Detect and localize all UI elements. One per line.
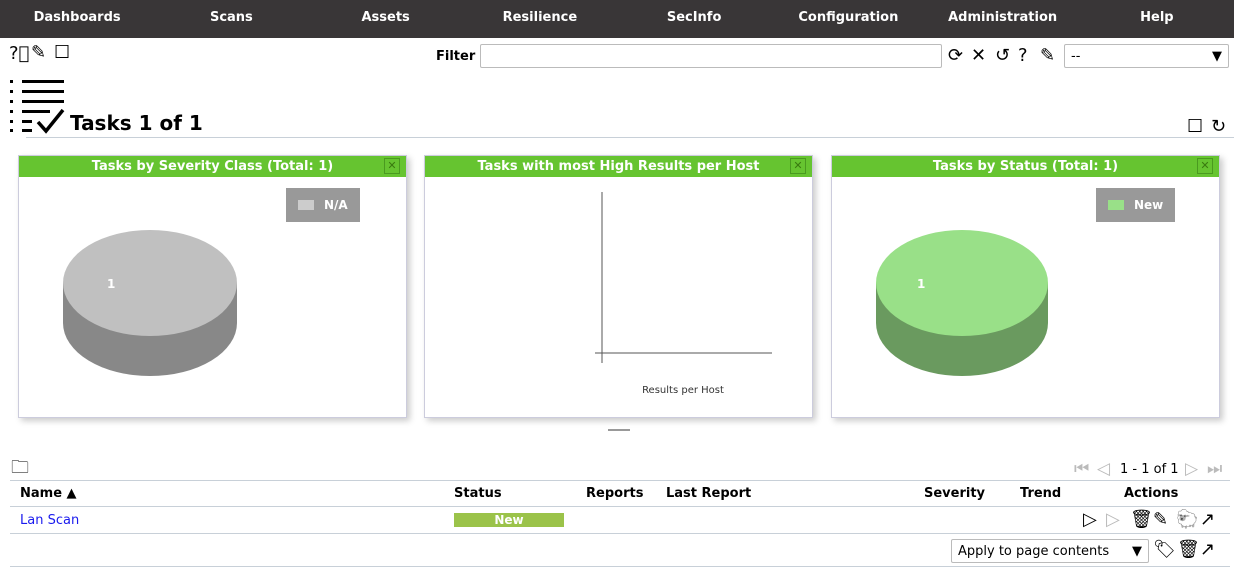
pie-chart: 1 <box>63 230 237 376</box>
new-task-icon[interactable]: ☐ <box>1187 118 1203 136</box>
high-results-chart-panel: Tasks with most High Results per Host ✕ R… <box>424 155 813 418</box>
nav-resilience[interactable]: Resilience <box>463 0 617 38</box>
edit-icon[interactable]: ✎ <box>1153 511 1168 529</box>
help-icon[interactable]: ?⃝ <box>9 45 29 63</box>
bar-chart: Results per Host <box>595 192 772 396</box>
col-severity[interactable]: Severity <box>924 486 985 501</box>
col-status[interactable]: Status <box>454 486 502 501</box>
chevron-down-icon: ▼ <box>1132 543 1142 559</box>
close-icon[interactable]: ✕ <box>1197 158 1213 174</box>
panel-title: Tasks by Severity Class (Total: 1) <box>91 159 334 174</box>
nav-secinfo[interactable]: SecInfo <box>617 0 771 38</box>
bulk-select-value: Apply to page contents <box>958 543 1110 559</box>
page-title: Tasks 1 of 1 <box>70 111 203 135</box>
nav-administration[interactable]: Administration <box>926 0 1080 38</box>
col-actions: Actions <box>1124 486 1179 501</box>
filter-input[interactable] <box>480 44 942 68</box>
reload-icon[interactable]: ↻ <box>1211 118 1226 136</box>
edit-filter-icon[interactable]: ✎ <box>1040 47 1055 65</box>
new-task-icon[interactable]: ☐ <box>54 44 70 62</box>
pie-slice <box>63 230 237 336</box>
pie-chart: 1 <box>876 230 1048 376</box>
filter-select-value: -- <box>1071 48 1081 64</box>
filter-select[interactable]: -- ▼ <box>1064 44 1229 68</box>
close-icon[interactable]: ✕ <box>384 158 400 174</box>
main-nav: Dashboards Scans Assets Resilience SecIn… <box>0 0 1234 38</box>
export-icon[interactable]: ↗ <box>1200 511 1215 529</box>
trash-icon[interactable]: 🗑 <box>1177 541 1200 559</box>
start-icon[interactable]: ▷ <box>1083 511 1097 529</box>
slice-label: 1 <box>917 277 925 291</box>
nav-dashboards[interactable]: Dashboards <box>0 0 154 38</box>
severity-chart-panel: Tasks by Severity Class (Total: 1) ✕ N/A … <box>18 155 407 418</box>
filter-label: Filter <box>436 49 476 64</box>
slice-label: 1 <box>107 277 115 291</box>
col-reports[interactable]: Reports <box>586 486 643 501</box>
resize-handle[interactable] <box>608 429 630 431</box>
reset-filter-icon[interactable]: ↺ <box>995 47 1010 65</box>
export-icon[interactable]: ↗ <box>1200 541 1215 559</box>
tasks-icon <box>10 80 65 134</box>
nav-help[interactable]: Help <box>1080 0 1234 38</box>
status-badge: New <box>454 513 564 527</box>
bulk-action-select[interactable]: Apply to page contents ▼ <box>951 539 1149 563</box>
chevron-down-icon: ▼ <box>1212 48 1222 64</box>
status-chart-panel: Tasks by Status (Total: 1) ✕ New 1 <box>831 155 1220 418</box>
pie-slice <box>876 230 1048 336</box>
close-icon[interactable]: ✕ <box>790 158 806 174</box>
next-page-icon[interactable]: ▷ <box>1185 459 1198 479</box>
col-last-report[interactable]: Last Report <box>666 486 751 501</box>
filter-help-icon[interactable]: ? <box>1018 47 1028 65</box>
task-name-link[interactable]: Lan Scan <box>20 513 79 528</box>
col-trend[interactable]: Trend <box>1020 486 1061 501</box>
x-axis-label: Results per Host <box>642 385 724 396</box>
wizard-icon[interactable]: ✎ <box>31 44 46 62</box>
clear-filter-icon[interactable]: ✕ <box>971 47 986 65</box>
clone-icon[interactable]: 🐑 <box>1176 511 1198 529</box>
prev-page-icon[interactable]: ◁ <box>1097 459 1110 479</box>
nav-configuration[interactable]: Configuration <box>771 0 925 38</box>
last-page-icon[interactable]: ⏭ <box>1207 459 1222 479</box>
col-name[interactable]: Name ▲ <box>20 486 77 501</box>
pagination-text: 1 - 1 of 1 <box>1120 462 1179 477</box>
nav-assets[interactable]: Assets <box>309 0 463 38</box>
trash-icon[interactable]: 🗑 <box>1130 511 1153 529</box>
resume-icon: ▷ <box>1106 509 1120 530</box>
nav-scans[interactable]: Scans <box>154 0 308 38</box>
panel-title: Tasks with most High Results per Host <box>477 159 760 174</box>
refresh-filter-icon[interactable]: ⟳ <box>948 47 963 65</box>
panel-title: Tasks by Status (Total: 1) <box>932 159 1119 174</box>
tag-icon[interactable]: 🏷 <box>1153 541 1176 559</box>
first-page-icon[interactable]: ⏮ <box>1074 459 1089 479</box>
folder-icon[interactable]: 🗀 <box>11 459 29 477</box>
